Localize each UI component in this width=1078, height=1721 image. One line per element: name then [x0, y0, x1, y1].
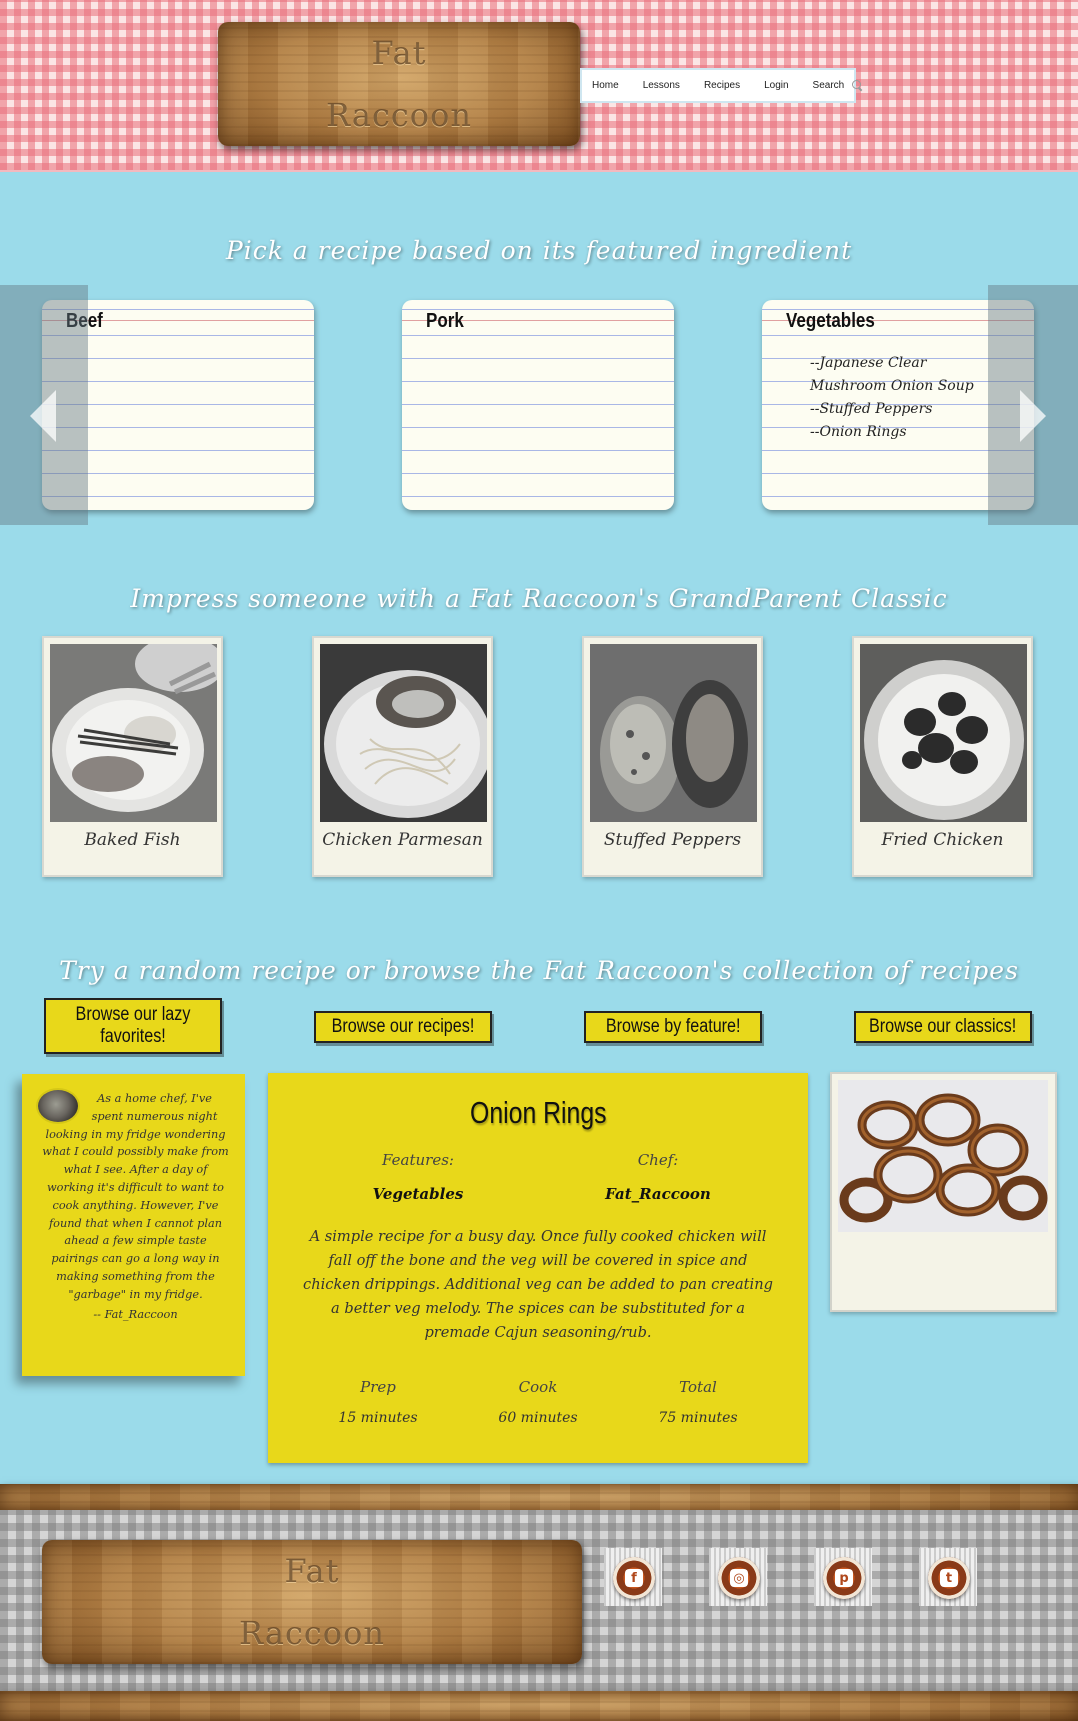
- browse-lazy-favorites-button[interactable]: Browse our lazy favorites!: [44, 998, 222, 1054]
- total-time: Total 75 minutes: [628, 1378, 768, 1426]
- site-logo[interactable]: Fat Raccoon: [218, 22, 580, 146]
- browse-by-feature-button[interactable]: Browse by feature!: [584, 1011, 762, 1043]
- recipe-chef: Chef: Fat_Raccoon: [558, 1151, 758, 1203]
- cook-value: 60 minutes: [498, 1410, 578, 1426]
- cook-label: Cook: [518, 1378, 558, 1396]
- nav-login[interactable]: Login: [764, 80, 788, 91]
- classic-baked-fish[interactable]: Baked Fish: [42, 636, 223, 877]
- card-recipe-link[interactable]: --Onion Rings: [810, 421, 974, 444]
- classic-stuffed-peppers[interactable]: Stuffed Peppers: [582, 636, 763, 877]
- button-label: Browse our classics!: [869, 1016, 1017, 1037]
- nav-recipes[interactable]: Recipes: [704, 80, 740, 91]
- browse-classics-button[interactable]: Browse our classics!: [854, 1011, 1032, 1043]
- recipe-description: A simple recipe for a busy day. Once ful…: [303, 1228, 773, 1341]
- baked-fish-photo: [50, 644, 217, 822]
- cook-time: Cook 60 minutes: [468, 1378, 608, 1426]
- button-label: Browse by feature!: [605, 1016, 741, 1037]
- logo-line-2: Raccoon: [239, 1614, 385, 1652]
- instagram-link[interactable]: ◎: [709, 1548, 767, 1606]
- nav-search[interactable]: Search: [813, 80, 864, 91]
- ingredient-card-pork[interactable]: Pork: [402, 300, 674, 510]
- instagram-icon: ◎: [730, 1569, 748, 1587]
- button-label: Browse our recipes!: [331, 1016, 475, 1037]
- card-title: Vegetables: [786, 310, 875, 332]
- prep-label: Prep: [360, 1378, 396, 1396]
- nav-home[interactable]: Home: [592, 80, 619, 91]
- twitter-link[interactable]: t: [919, 1548, 977, 1606]
- fried-chicken-photo: [860, 644, 1027, 822]
- card-title: Pork: [426, 310, 464, 332]
- polaroid-caption: Fried Chicken: [881, 830, 1004, 850]
- logo-line-1: Fat: [371, 34, 427, 72]
- browse-heading: Try a random recipe or browse the Fat Ra…: [59, 956, 1019, 985]
- card-recipe-list: --Japanese Clear Mushroom Onion Soup --S…: [810, 352, 974, 444]
- prep-value: 15 minutes: [338, 1410, 418, 1426]
- features-label: Features:: [382, 1151, 454, 1169]
- browse-recipes-button[interactable]: Browse our recipes!: [314, 1011, 492, 1043]
- onion-rings-photo: [838, 1080, 1048, 1232]
- chef-label: Chef:: [637, 1151, 679, 1169]
- recipe-title: Onion Rings: [469, 1095, 607, 1130]
- recipe-features: Features: Vegetables: [318, 1151, 518, 1203]
- footer-wood-band-bottom: [0, 1691, 1078, 1721]
- facebook-link[interactable]: f: [604, 1548, 662, 1606]
- ingredients-heading: Pick a recipe based on its featured ingr…: [225, 236, 853, 265]
- polaroid-caption: Baked Fish: [84, 830, 181, 850]
- logo-line-2: Raccoon: [326, 96, 472, 134]
- chicken-parmesan-photo: [320, 644, 487, 822]
- carousel-prev-arrow[interactable]: [0, 285, 88, 525]
- search-icon: [852, 80, 863, 91]
- nav-lessons[interactable]: Lessons: [643, 80, 680, 91]
- main-nav: Home Lessons Recipes Login Search: [580, 68, 862, 103]
- polaroid-caption: Chicken Parmesan: [322, 830, 483, 850]
- note-signature: -- Fat_Raccoon: [93, 1307, 178, 1321]
- stuffed-peppers-photo: [590, 644, 757, 822]
- random-recipe-photo-frame[interactable]: [830, 1072, 1057, 1312]
- classics-heading: Impress someone with a Fat Raccoon's Gra…: [130, 584, 948, 613]
- card-recipe-link[interactable]: Mushroom Onion Soup: [810, 375, 974, 398]
- polaroid-caption: Stuffed Peppers: [603, 830, 742, 850]
- card-recipe-link[interactable]: --Japanese Clear: [810, 352, 974, 375]
- avatar: [38, 1090, 78, 1122]
- search-label: Search: [812, 80, 845, 91]
- classic-chicken-parmesan[interactable]: Chicken Parmesan: [312, 636, 493, 877]
- classic-fried-chicken[interactable]: Fried Chicken: [852, 636, 1033, 877]
- note-text: As a home chef, I've spent numerous nigh…: [42, 1092, 229, 1301]
- total-value: 75 minutes: [658, 1410, 738, 1426]
- footer-wood-band-top: [0, 1484, 1078, 1512]
- chef-value[interactable]: Fat_Raccoon: [558, 1185, 758, 1203]
- logo-line-1: Fat: [284, 1552, 340, 1590]
- card-recipe-link[interactable]: --Stuffed Peppers: [810, 398, 974, 421]
- total-label: Total: [679, 1378, 717, 1396]
- footer-logo[interactable]: Fat Raccoon: [42, 1540, 582, 1664]
- facebook-icon: f: [625, 1569, 643, 1587]
- features-value[interactable]: Vegetables: [318, 1185, 518, 1203]
- pinterest-link[interactable]: p: [814, 1548, 872, 1606]
- carousel-next-arrow[interactable]: [988, 285, 1078, 525]
- button-label: Browse our lazy favorites!: [75, 1004, 191, 1047]
- prep-time: Prep 15 minutes: [308, 1378, 448, 1426]
- pinterest-icon: p: [835, 1569, 853, 1587]
- chef-note: As a home chef, I've spent numerous nigh…: [22, 1074, 245, 1376]
- random-recipe-card[interactable]: Onion Rings Features: Vegetables Chef: F…: [268, 1073, 808, 1463]
- twitter-icon: t: [940, 1569, 958, 1587]
